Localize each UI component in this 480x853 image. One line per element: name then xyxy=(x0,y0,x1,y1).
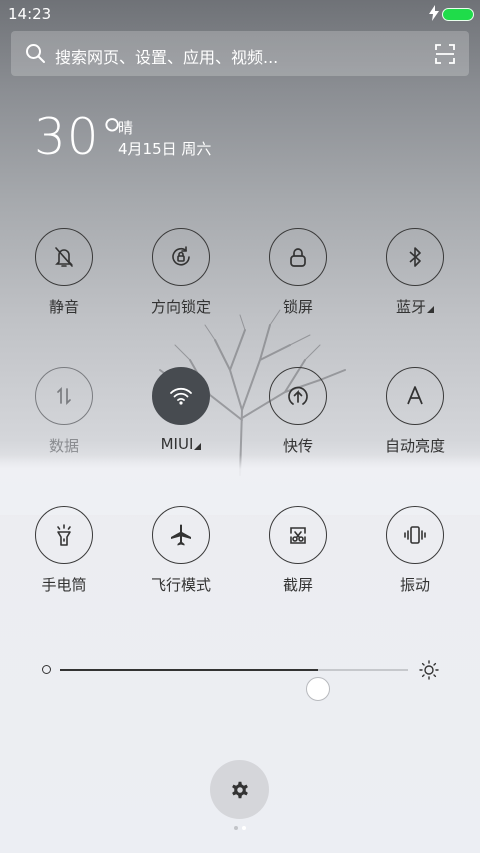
weather-temperature: 30° xyxy=(34,108,126,166)
bell-off-icon[interactable] xyxy=(35,228,93,286)
weather-date: 4月15日 周六 xyxy=(118,140,212,158)
toggle-mobile-data[interactable]: 数据 xyxy=(14,367,114,467)
toggle-label: 截屏 xyxy=(282,576,313,594)
toggle-label: 方向锁定 xyxy=(150,298,211,316)
weather-condition: 晴 xyxy=(118,119,134,137)
page-indicator xyxy=(232,826,252,832)
scan-icon[interactable] xyxy=(435,44,455,64)
toggle-label: 振动 xyxy=(399,576,430,594)
status-time: 14:23 xyxy=(8,5,52,23)
search-bar[interactable]: 搜索网页、设置、应用、视频... xyxy=(11,31,469,76)
toggle-auto-brightness[interactable]: 自动亮度 xyxy=(365,367,465,467)
toggle-bluetooth[interactable]: 蓝牙 xyxy=(365,228,465,328)
page-dot xyxy=(234,826,238,830)
toggle-rotation-lock[interactable]: 方向锁定 xyxy=(131,228,231,328)
airplane-icon[interactable] xyxy=(152,506,210,564)
vibrate-icon[interactable] xyxy=(386,506,444,564)
toggle-flashlight[interactable]: 手电筒 xyxy=(14,506,114,606)
toggle-label: 静音 xyxy=(48,298,79,316)
toggle-label: MIUI xyxy=(131,435,231,453)
screenshot-icon[interactable] xyxy=(269,506,327,564)
bluetooth-icon[interactable] xyxy=(386,228,444,286)
expand-triangle-icon xyxy=(194,443,202,450)
toggle-lock-screen[interactable]: 锁屏 xyxy=(248,228,348,328)
toggle-label: 数据 xyxy=(48,437,79,455)
auto-brightness-icon[interactable] xyxy=(386,367,444,425)
toggle-airplane-mode[interactable]: 飞行模式 xyxy=(131,506,231,606)
toggle-vibrate[interactable]: 振动 xyxy=(365,506,465,606)
expand-triangle-icon xyxy=(427,306,434,313)
toggle-quick-share[interactable]: 快传 xyxy=(248,367,348,467)
brightness-high-icon xyxy=(419,660,439,680)
quick-share-icon[interactable] xyxy=(269,367,327,425)
toggle-label: 飞行模式 xyxy=(150,576,211,594)
toggle-label: 蓝牙 xyxy=(365,296,465,317)
toggle-label: 手电筒 xyxy=(41,576,87,594)
toggle-label: 快传 xyxy=(282,437,313,455)
search-icon xyxy=(26,44,45,63)
toggle-label: 锁屏 xyxy=(282,298,313,316)
battery-icon xyxy=(442,8,474,21)
rotation-lock-icon[interactable] xyxy=(152,228,210,286)
toggle-wifi[interactable]: MIUI xyxy=(131,367,231,467)
brightness-fill xyxy=(60,669,318,671)
search-input[interactable]: 搜索网页、设置、应用、视频... xyxy=(55,44,415,68)
toggle-screenshot[interactable]: 截屏 xyxy=(248,506,348,606)
wifi-icon[interactable] xyxy=(152,367,210,425)
status-bar: 14:23 xyxy=(0,0,480,28)
brightness-thumb[interactable] xyxy=(305,677,330,701)
flashlight-icon[interactable] xyxy=(35,506,93,564)
page-dot-current xyxy=(242,826,246,830)
lock-icon[interactable] xyxy=(269,228,327,286)
toggle-silent[interactable]: 静音 xyxy=(14,228,114,328)
toggle-label: 自动亮度 xyxy=(384,437,445,455)
brightness-slider[interactable] xyxy=(30,650,450,701)
gear-icon xyxy=(231,781,248,798)
brightness-low-icon xyxy=(42,665,51,674)
settings-button[interactable] xyxy=(210,760,269,819)
mobile-data-icon[interactable] xyxy=(35,367,93,425)
charging-icon xyxy=(429,5,439,21)
brightness-track[interactable] xyxy=(60,669,408,701)
